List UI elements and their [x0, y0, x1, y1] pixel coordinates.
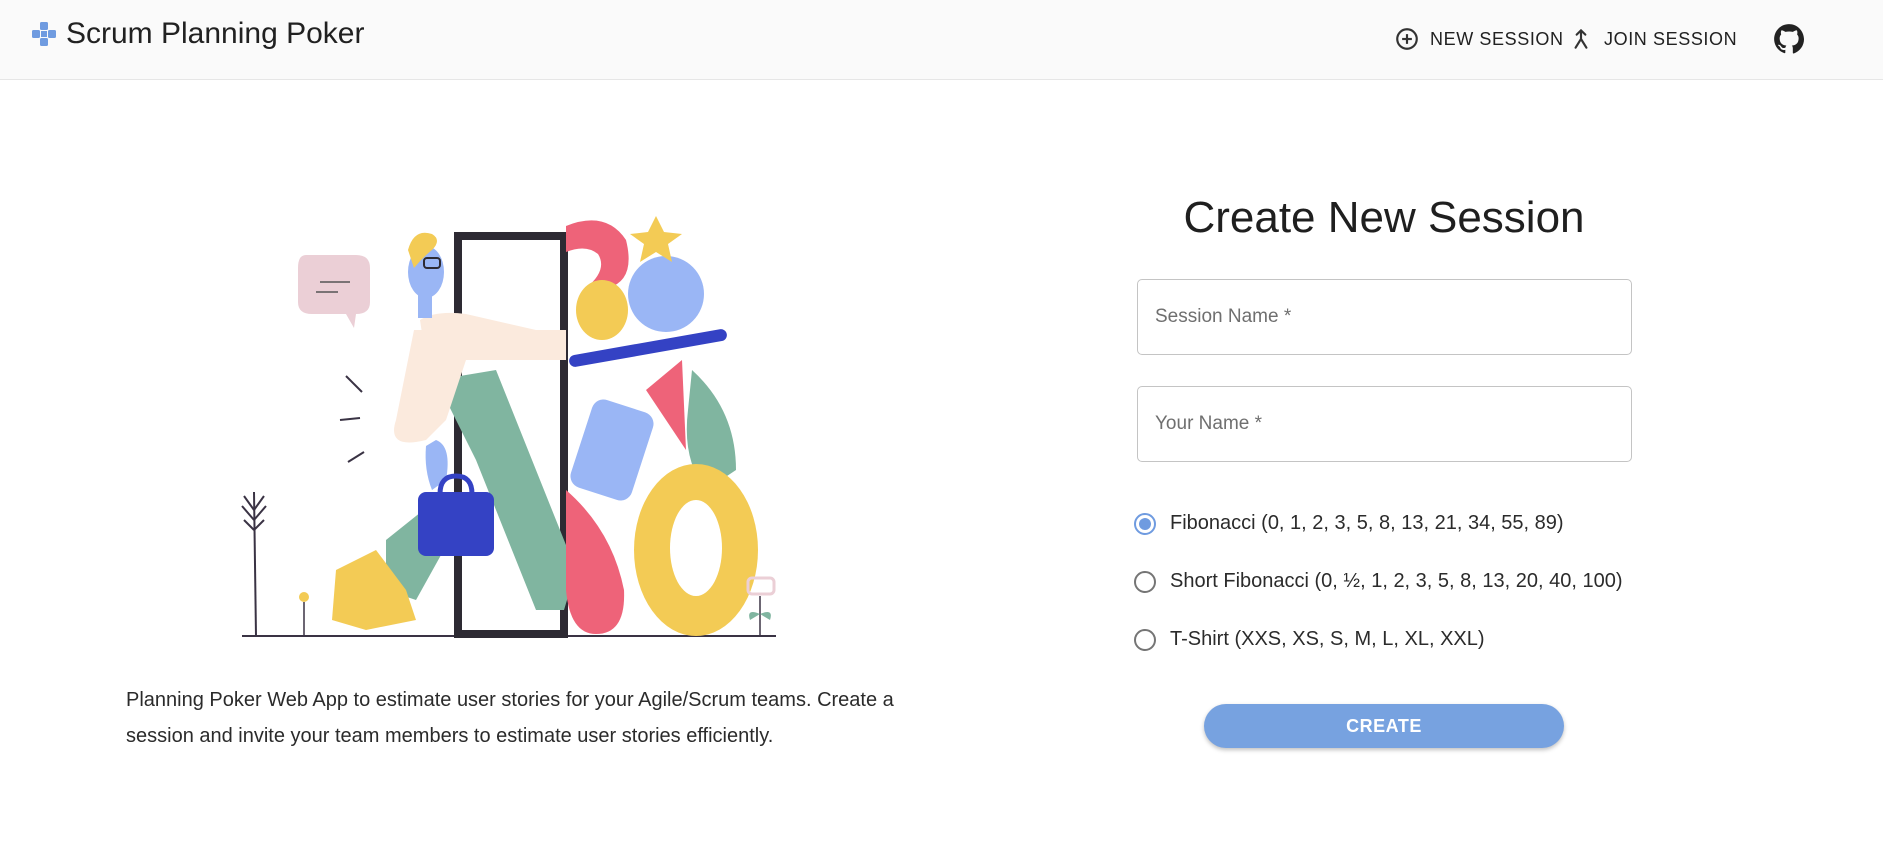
logo-icon: [32, 22, 56, 46]
new-session-label: NEW SESSION: [1430, 28, 1564, 49]
plant-left: [241, 491, 267, 637]
your-name-input[interactable]: [1138, 387, 1631, 461]
create-button[interactable]: CREATE: [1204, 704, 1564, 748]
app-bar: Scrum Planning Poker NEW SESSION JOIN SE…: [0, 0, 1883, 80]
brand[interactable]: Scrum Planning Poker: [30, 16, 364, 52]
join-session-label: JOIN SESSION: [1604, 28, 1738, 49]
join-session-button[interactable]: JOIN SESSION: [1568, 22, 1737, 56]
radio-label: Short Fibonacci (0, ½, 1, 2, 3, 5, 8, 13…: [1170, 570, 1623, 592]
form-title: Create New Session: [1183, 193, 1585, 242]
radio-label: T-Shirt (XXS, XS, S, M, L, XL, XXL): [1170, 628, 1485, 650]
plus-circle-icon: [1396, 28, 1418, 50]
your-name-field[interactable]: [1137, 386, 1632, 462]
radio-button[interactable]: [1134, 570, 1156, 593]
app-title: Scrum Planning Poker: [66, 17, 365, 50]
radio-button[interactable]: [1134, 628, 1156, 651]
radio-button-checked[interactable]: [1134, 512, 1156, 535]
radio-option-tshirt[interactable]: T-Shirt (XXS, XS, S, M, L, XL, XXL): [1134, 628, 1485, 651]
session-name-field[interactable]: [1137, 279, 1632, 355]
radio-option-short-fibonacci[interactable]: Short Fibonacci (0, ½, 1, 2, 3, 5, 8, 13…: [1134, 570, 1623, 593]
merge-icon: [1574, 29, 1588, 49]
session-name-input[interactable]: [1138, 280, 1631, 354]
new-session-button[interactable]: NEW SESSION: [1394, 22, 1564, 56]
radio-label: Fibonacci (0, 1, 2, 3, 5, 8, 13, 21, 34,…: [1170, 512, 1564, 534]
github-icon[interactable]: [1772, 22, 1806, 56]
radio-option-fibonacci[interactable]: Fibonacci (0, 1, 2, 3, 5, 8, 13, 21, 34,…: [1134, 512, 1564, 535]
intro-text: Planning Poker Web App to estimate user …: [126, 689, 894, 747]
hero-illustration: [241, 216, 776, 638]
